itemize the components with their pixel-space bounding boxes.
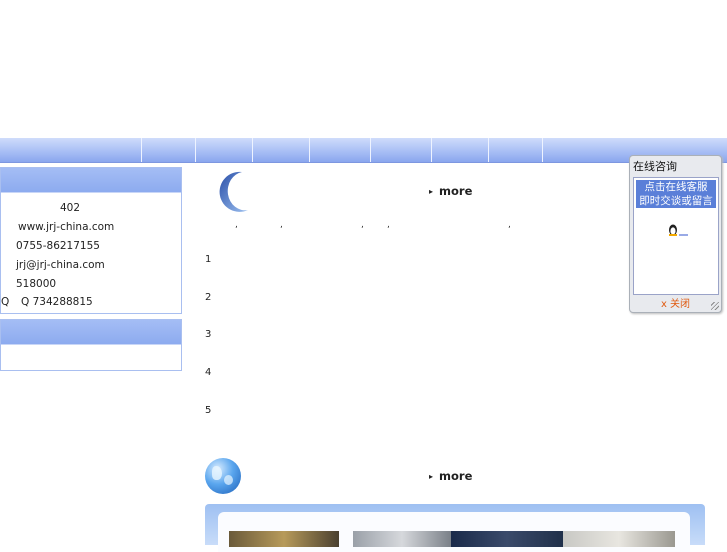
- nav-separator: [252, 138, 253, 162]
- globe-icon: [205, 458, 241, 494]
- news-item-number[interactable]: 1: [205, 254, 211, 265]
- news-more-link[interactable]: ▸ more: [429, 184, 472, 198]
- consult-title: 在线咨询: [633, 160, 677, 173]
- close-widget-button[interactable]: x 关闭: [630, 295, 721, 310]
- crescent-logo-icon: [219, 171, 248, 212]
- contact-website-link[interactable]: www.jrj-china.com: [18, 221, 114, 233]
- news-separator: ,: [361, 220, 364, 230]
- contact-address: 402: [60, 202, 81, 214]
- contact-postcode: 518000: [16, 278, 57, 290]
- contact-phone: 0755-86217155: [16, 240, 100, 252]
- contact-qq: Q 734288815: [21, 296, 93, 308]
- contact-qq-label: Q: [1, 296, 10, 308]
- contact-email-link[interactable]: jrj@jrj-china.com: [16, 259, 105, 271]
- gallery-panel: [205, 504, 705, 552]
- nav-bar: [0, 138, 727, 163]
- nav-separator: [309, 138, 310, 162]
- resize-grip-icon[interactable]: [711, 302, 719, 310]
- online-consult-widget: 在线咨询 点击在线客服 即时交谈或留言 x 关闭: [629, 155, 722, 313]
- arrow-right-icon: ▸: [429, 472, 434, 481]
- news-separator: ,: [508, 220, 511, 230]
- nav-separator: [488, 138, 489, 162]
- gallery-more-link[interactable]: ▸ more: [429, 469, 472, 483]
- nav-separator: [370, 138, 371, 162]
- nav-separator: [542, 138, 543, 162]
- close-icon: x: [660, 299, 667, 310]
- arrow-right-icon: ▸: [429, 187, 434, 196]
- sidebar-box: [0, 319, 182, 371]
- contact-box-header: [1, 168, 181, 193]
- nav-separator: [195, 138, 196, 162]
- news-item-number[interactable]: 4: [205, 367, 211, 378]
- gallery-inner: [218, 512, 690, 552]
- nav-separator: [431, 138, 432, 162]
- news-separator: ,: [387, 220, 390, 230]
- chat-online-button[interactable]: 点击在线客服 即时交谈或留言: [636, 180, 716, 208]
- sidebar-box-header: [1, 320, 181, 345]
- news-item-number[interactable]: 2: [205, 292, 211, 303]
- consult-panel: 点击在线客服 即时交谈或留言: [633, 177, 719, 295]
- news-item-number[interactable]: 3: [205, 329, 211, 340]
- qq-penguin-icon[interactable]: [667, 223, 689, 237]
- news-separator: ,: [235, 220, 238, 230]
- news-separator: ,: [280, 220, 283, 230]
- news-item-number[interactable]: 5: [205, 405, 211, 416]
- nav-separator: [141, 138, 142, 162]
